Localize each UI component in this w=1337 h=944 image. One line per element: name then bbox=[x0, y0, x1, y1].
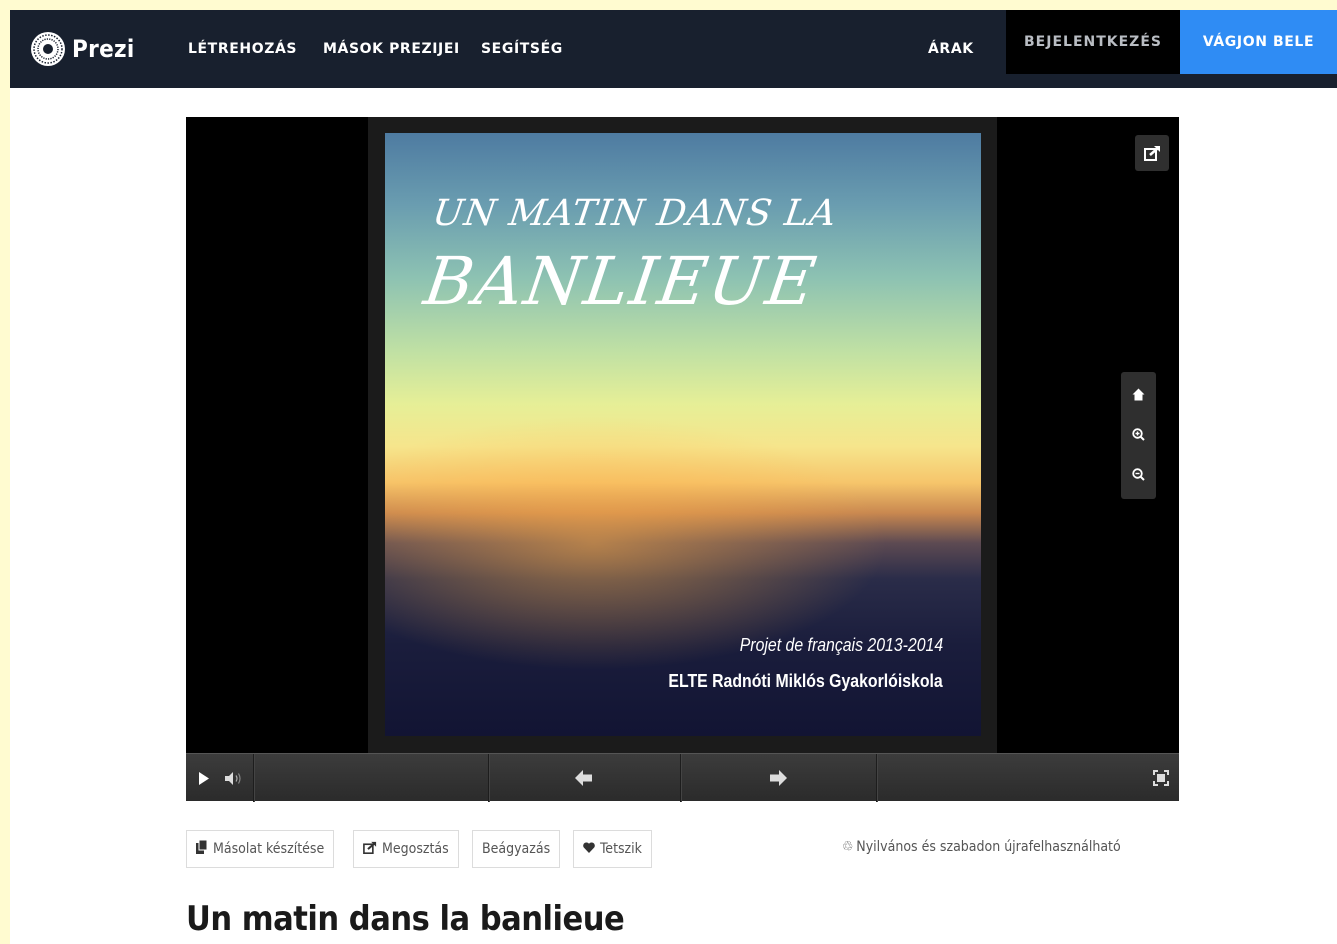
fullscreen-button[interactable] bbox=[1149, 754, 1173, 802]
zoom-in-button[interactable] bbox=[1128, 424, 1149, 445]
fullscreen-icon bbox=[1153, 770, 1169, 786]
slide-subtitle-school: ELTE Radnóti Miklós Gyakorlóiskola bbox=[668, 671, 943, 691]
embed-button-label: Beágyazás bbox=[482, 841, 551, 857]
copy-button-label: Másolat készítése bbox=[213, 841, 325, 857]
slide-title-line2: BANLIEUE bbox=[419, 243, 823, 320]
like-button-label: Tetszik bbox=[600, 841, 642, 857]
slide-subtitle-project: Projet de français 2013-2014 bbox=[739, 635, 943, 655]
nav-link-pricing[interactable]: ÁRAK bbox=[928, 10, 974, 88]
embed-button[interactable]: Beágyazás bbox=[472, 830, 561, 868]
share-button[interactable]: Megosztás bbox=[353, 830, 459, 868]
license-info: ♲ Nyilvános és szabadon újrafelhasználhat… bbox=[842, 839, 1121, 855]
zoom-in-icon bbox=[1132, 428, 1145, 441]
volume-button[interactable] bbox=[222, 754, 246, 802]
arrow-left-icon bbox=[575, 770, 592, 786]
share-button-label: Megosztás bbox=[382, 841, 449, 857]
copy-icon bbox=[196, 839, 208, 858]
zoom-out-button[interactable] bbox=[1128, 464, 1149, 485]
slide-stage: UN MATIN DANS LA BANLIEUE Projet de fran… bbox=[368, 117, 997, 753]
zoom-out-icon bbox=[1132, 468, 1145, 481]
presentation-player[interactable]: UN MATIN DANS LA BANLIEUE Projet de fran… bbox=[186, 117, 1179, 802]
license-text: Nyilvános és szabadon újrafelhasználható bbox=[856, 839, 1121, 855]
nav-link-help[interactable]: SEGÍTSÉG bbox=[481, 10, 563, 88]
zoom-panel bbox=[1121, 372, 1156, 499]
previous-step-button[interactable] bbox=[572, 754, 596, 802]
slide-canvas[interactable]: UN MATIN DANS LA BANLIEUE Projet de fran… bbox=[385, 133, 981, 736]
nav-link-others-prezis[interactable]: MÁSOK PREZIJEI bbox=[323, 10, 460, 88]
like-button[interactable]: Tetszik bbox=[573, 830, 652, 868]
home-button[interactable] bbox=[1128, 384, 1149, 405]
share-icon bbox=[363, 841, 377, 858]
slide-title-line1: UN MATIN DANS LA bbox=[430, 193, 840, 234]
player-share-button[interactable] bbox=[1135, 135, 1169, 171]
copy-button[interactable]: Másolat készítése bbox=[186, 830, 335, 868]
share-icon bbox=[1144, 146, 1160, 161]
volume-icon bbox=[225, 771, 241, 785]
login-button[interactable]: BEJELENTKEZÉS bbox=[1006, 10, 1180, 74]
prezi-logo-icon bbox=[31, 32, 65, 66]
heart-icon bbox=[583, 841, 595, 857]
logo-text: Prezi bbox=[72, 35, 135, 63]
page-title: Un matin dans la banlieue bbox=[186, 899, 625, 939]
page: Prezi LÉTREHOZÁS MÁSOK PREZIJEI SEGÍTSÉG… bbox=[10, 10, 1337, 944]
next-step-button[interactable] bbox=[766, 754, 790, 802]
nav-link-create[interactable]: LÉTREHOZÁS bbox=[188, 10, 297, 88]
home-icon bbox=[1132, 388, 1145, 401]
signup-button[interactable]: VÁGJON BELE bbox=[1180, 10, 1337, 74]
play-icon bbox=[199, 771, 209, 785]
play-button[interactable] bbox=[194, 754, 214, 802]
arrow-right-icon bbox=[770, 770, 787, 786]
prezi-logo[interactable]: Prezi bbox=[30, 29, 135, 69]
player-controls bbox=[186, 753, 1179, 802]
recycle-icon: ♲ bbox=[842, 839, 854, 855]
top-nav: Prezi LÉTREHOZÁS MÁSOK PREZIJEI SEGÍTSÉG… bbox=[10, 10, 1337, 88]
